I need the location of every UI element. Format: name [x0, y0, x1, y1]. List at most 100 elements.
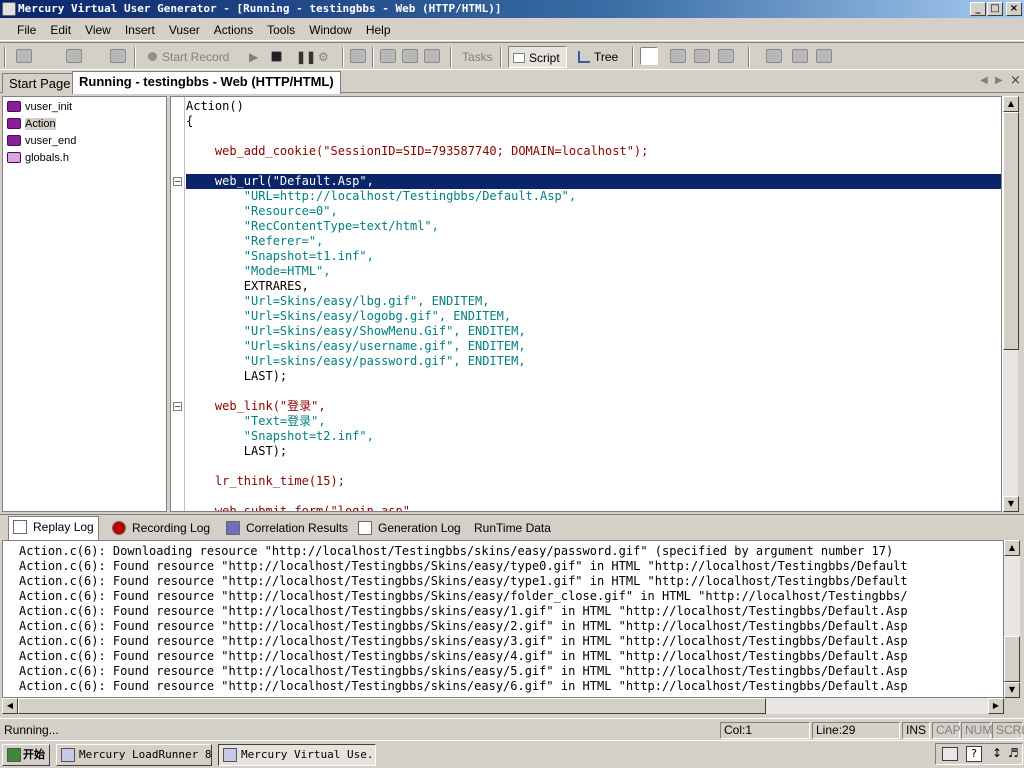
code-line: web_submit_form("login.asp", — [186, 504, 418, 512]
output-tabs: Replay Log Recording Log Correlation Res… — [0, 514, 1024, 541]
minimize-button[interactable]: _ — [970, 2, 986, 16]
scroll-down-icon[interactable]: ▼ — [1003, 496, 1019, 512]
tab-prev-icon[interactable]: ◀ — [980, 75, 988, 86]
collapse-icon[interactable]: − — [173, 402, 182, 411]
tab-next-icon[interactable]: ▶ — [995, 75, 1003, 86]
tab-replay-log[interactable]: Replay Log — [8, 516, 99, 541]
windows-logo-icon — [7, 748, 21, 762]
code-line: { — [186, 114, 194, 128]
scroll-thumb[interactable] — [18, 698, 766, 714]
view-icon[interactable] — [718, 49, 734, 63]
app-icon[interactable] — [2, 2, 16, 16]
code-line: "URL=http://localhost/Testingbbs/Default… — [186, 189, 577, 203]
breakpoint-icon[interactable] — [402, 49, 418, 63]
pause-icon[interactable]: ❚❚ — [296, 46, 316, 68]
log-line: Action.c(6): Downloading resource "http:… — [19, 544, 894, 558]
log-line: Action.c(6): Found resource "http://loca… — [19, 679, 908, 693]
stop-icon[interactable] — [271, 51, 282, 62]
view-icon[interactable] — [670, 49, 686, 63]
scroll-up-icon[interactable]: ▲ — [1003, 96, 1019, 112]
status-num: NUM — [961, 722, 992, 739]
scroll-down-icon[interactable]: ▼ — [1004, 682, 1020, 698]
menu-vuser[interactable]: Vuser — [162, 19, 207, 41]
step-icon[interactable] — [380, 49, 396, 63]
scroll-left-icon[interactable]: ◀ — [2, 698, 18, 714]
tab-recording-log[interactable]: Recording Log — [108, 518, 214, 540]
gear-icon[interactable]: ⚙ — [318, 46, 329, 68]
menu-help[interactable]: Help — [359, 19, 398, 41]
code-line: "RecContentType=text/html", — [186, 219, 439, 233]
test-results-icon[interactable] — [640, 47, 658, 65]
replay-log-output[interactable]: Action.c(6): Downloading resource "http:… — [2, 540, 1004, 698]
tab-runtime-data[interactable]: RunTime Data — [470, 518, 555, 540]
status-message: Running... — [4, 723, 59, 737]
code-line: EXTRARES, — [186, 279, 309, 293]
tab-running-script[interactable]: Running - testingbbs - Web (HTTP/HTML) — [72, 71, 341, 94]
title-bar: Mercury Virtual User Generator - [Runnin… — [0, 0, 1024, 18]
compile-icon[interactable] — [350, 49, 366, 63]
script-editor[interactable]: − − Action() { web_add_cookie("SessionID… — [170, 96, 1002, 512]
tab-start-page[interactable]: Start Page — [2, 73, 78, 93]
start-button[interactable]: 开始 — [2, 744, 50, 766]
tree-view-button[interactable]: Tree — [578, 46, 618, 68]
volume-icon[interactable]: ♬ — [1008, 746, 1019, 760]
help-icon[interactable]: ? — [966, 746, 982, 762]
menu-file[interactable]: File — [10, 19, 43, 41]
menu-tools[interactable]: Tools — [260, 19, 302, 41]
toolbar-separator — [500, 47, 502, 67]
menu-window[interactable]: Window — [302, 19, 359, 41]
code-line: "Resource=0", — [186, 204, 338, 218]
tab-correlation-results[interactable]: Correlation Results — [222, 518, 352, 540]
log-vertical-scrollbar[interactable]: ▲ ▼ — [1004, 540, 1020, 698]
code-line: "Snapshot=t2.inf", — [186, 429, 374, 443]
maximize-button[interactable]: □ — [987, 2, 1003, 16]
toolbar-separator — [450, 47, 452, 67]
editor-gutter: − − — [171, 97, 185, 511]
log-line: Action.c(6): Found resource "http://loca… — [19, 559, 908, 573]
save-icon[interactable] — [110, 49, 126, 63]
scroll-right-icon[interactable]: ▶ — [988, 698, 1004, 714]
scroll-up-icon[interactable]: ▲ — [1004, 540, 1020, 556]
tree-item-label: Action — [25, 118, 56, 130]
code-line: "Url=Skins/easy/ShowMenu.Gif", ENDITEM, — [186, 324, 526, 338]
collapse-icon[interactable]: − — [173, 177, 182, 186]
menu-insert[interactable]: Insert — [118, 19, 162, 41]
taskbar-item-loadrunner[interactable]: Mercury LoadRunner 8.1 — [56, 744, 212, 766]
open-icon[interactable] — [66, 49, 82, 63]
code-line: "Snapshot=t1.inf", — [186, 249, 374, 263]
new-icon[interactable] — [16, 49, 32, 63]
menu-view[interactable]: View — [78, 19, 118, 41]
scroll-thumb[interactable] — [1004, 636, 1020, 682]
editor-scrollbar[interactable]: ▲ ▼ — [1002, 96, 1019, 512]
log-line: Action.c(6): Found resource "http://loca… — [19, 649, 908, 663]
status-bar: Running... Col:1 Line:29 INS CAP NUM SCR… — [0, 718, 1024, 740]
tree-item-action[interactable]: Action — [7, 116, 56, 132]
menu-actions[interactable]: Actions — [207, 19, 260, 41]
tab-generation-log[interactable]: Generation Log — [354, 518, 465, 540]
start-record-button[interactable]: Start Record — [148, 46, 229, 68]
scroll-thumb[interactable] — [1003, 112, 1019, 350]
tree-item-vuser-init[interactable]: vuser_init — [7, 99, 72, 115]
script-view-button[interactable]: Script — [508, 46, 567, 68]
correlation-icon — [226, 521, 240, 535]
tasks-button[interactable]: Tasks — [462, 46, 493, 68]
refresh-icon[interactable] — [766, 49, 782, 63]
document-tabs: Start Page Running - testingbbs - Web (H… — [0, 71, 1024, 94]
tree-item-vuser-end[interactable]: vuser_end — [7, 133, 76, 149]
view-icon[interactable] — [694, 49, 710, 63]
close-button[interactable]: × — [1006, 2, 1022, 16]
log-line: Action.c(6): Found resource "http://loca… — [19, 634, 908, 648]
log-horizontal-scrollbar[interactable]: ◀ ▶ — [2, 698, 1004, 714]
toolbar: Start Record ▶ ⚙ ❚❚ Tasks Script Tree — [0, 42, 1024, 70]
taskbar-item-vugen[interactable]: Mercury Virtual Use... — [218, 744, 376, 766]
play-icon[interactable]: ▶ — [249, 46, 258, 68]
tree-item-globals[interactable]: globals.h — [7, 150, 69, 166]
bookmark-icon[interactable] — [424, 49, 440, 63]
tab-close-icon[interactable]: × — [1010, 73, 1021, 88]
network-icon[interactable]: ↕ — [992, 746, 1002, 760]
keyboard-icon[interactable] — [942, 747, 958, 761]
action-tree: vuser_init Action vuser_end globals.h — [2, 96, 167, 512]
options-icon[interactable] — [792, 49, 808, 63]
menu-edit[interactable]: Edit — [43, 19, 78, 41]
export-icon[interactable] — [816, 49, 832, 63]
